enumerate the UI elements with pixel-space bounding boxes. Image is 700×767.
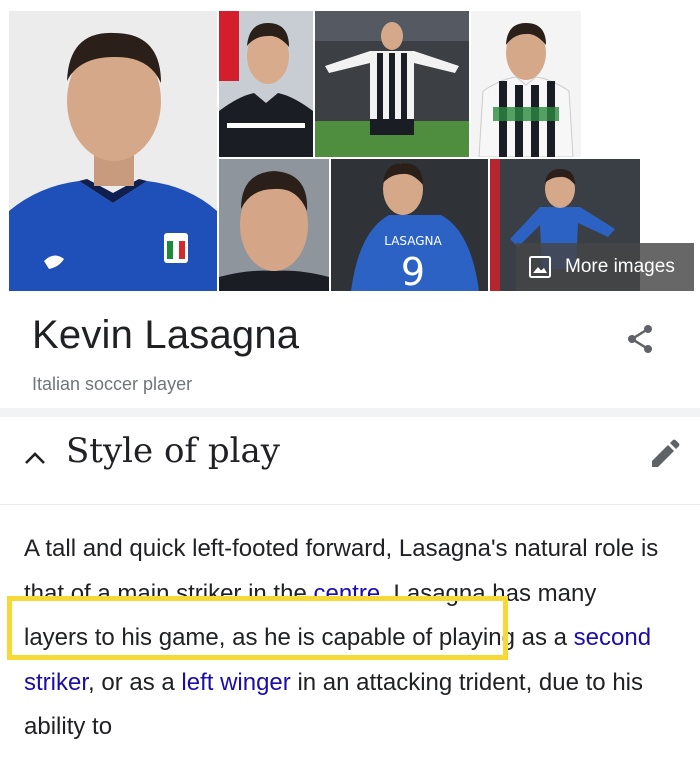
entity-subtitle: Italian soccer player	[32, 374, 193, 394]
link-left-winger[interactable]: left winger	[181, 669, 290, 696]
player-image-3[interactable]	[315, 11, 469, 157]
image-icon	[529, 256, 551, 278]
section-divider	[0, 408, 700, 417]
style-of-play-paragraph: A tall and quick left-footed forward, La…	[24, 527, 664, 750]
more-images-label: More images	[565, 256, 675, 277]
link-centre[interactable]: centre	[313, 580, 380, 607]
section-header: Style of play	[0, 417, 700, 505]
player-image-4[interactable]	[471, 11, 581, 157]
section-title: Style of play	[66, 431, 280, 471]
main-player-image[interactable]	[9, 11, 217, 291]
share-icon[interactable]	[624, 323, 656, 355]
paragraph-text: , or as a	[88, 668, 182, 696]
more-images-button[interactable]: More images	[516, 243, 694, 291]
paragraph-text: as he is capable of playing as a	[225, 624, 574, 651]
player-image-5[interactable]	[219, 159, 329, 291]
svg-text:9: 9	[401, 250, 425, 291]
chevron-up-icon[interactable]	[22, 445, 48, 471]
entity-title: Kevin Lasagna	[32, 313, 300, 357]
pencil-icon[interactable]	[646, 437, 682, 473]
player-image-6[interactable]: LASAGNA 9	[331, 159, 488, 291]
svg-text:LASAGNA: LASAGNA	[384, 234, 442, 248]
player-image-2[interactable]	[219, 11, 313, 157]
paragraph-text: .	[380, 579, 394, 607]
